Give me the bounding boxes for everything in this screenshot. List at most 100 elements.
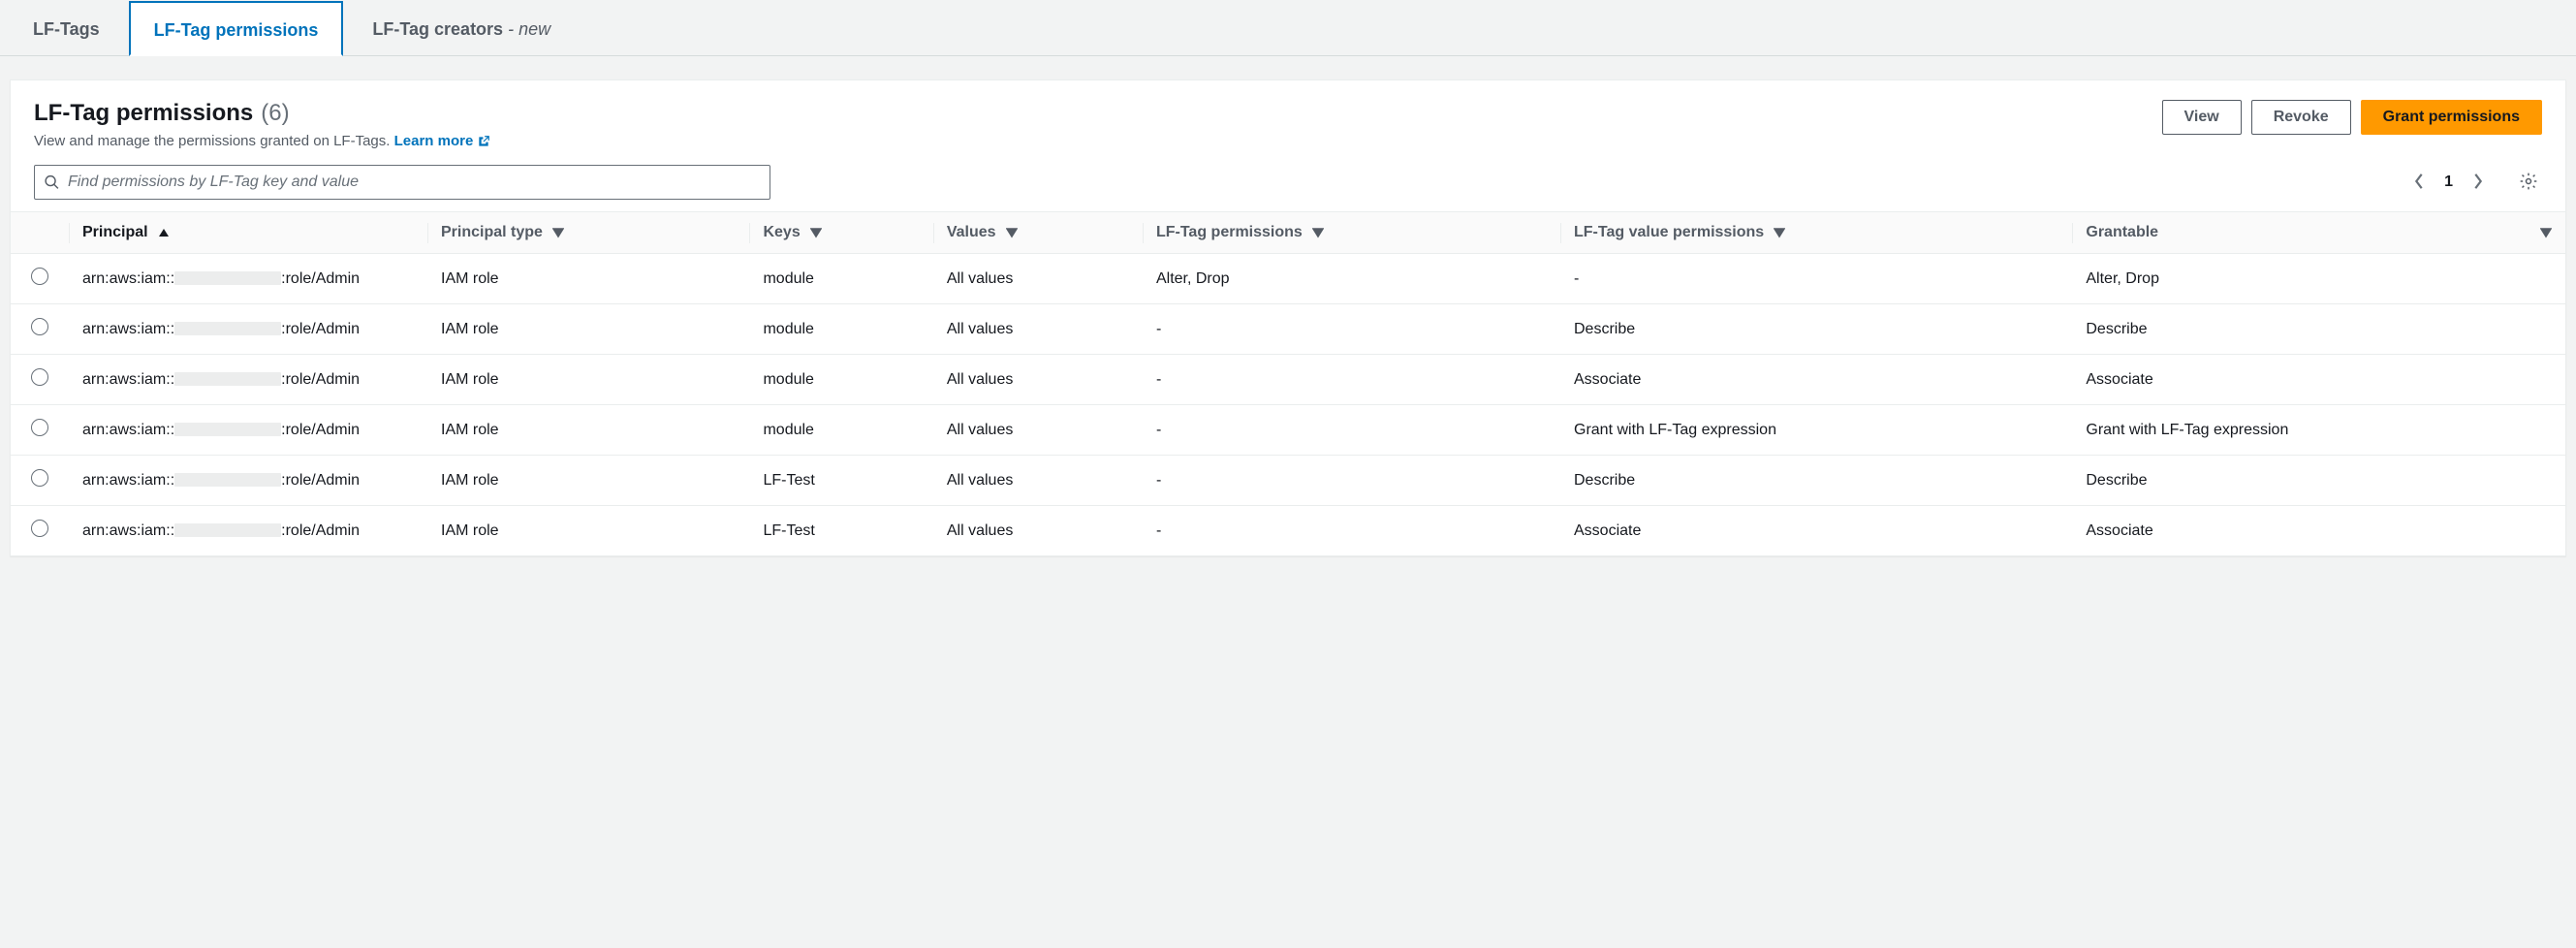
- external-link-icon: [477, 135, 490, 148]
- col-grantable-label: Grantable: [2086, 224, 2158, 241]
- settings-button[interactable]: [2515, 168, 2542, 198]
- principal-suffix: :role/Admin: [281, 422, 360, 438]
- col-lftag-permissions[interactable]: LF-Tag permissions: [1143, 212, 1560, 254]
- col-principal-type[interactable]: Principal type: [427, 212, 749, 254]
- row-radio[interactable]: [31, 419, 48, 436]
- cell-values: All values: [933, 405, 1143, 456]
- cell-lftag-value-permissions: Grant with LF-Tag expression: [1560, 405, 2072, 456]
- tab-lftags[interactable]: LF-Tags: [8, 0, 125, 55]
- cell-principal: arn:aws:iam:::role/Admin: [69, 456, 427, 506]
- col-lftag-value-permissions-label: LF-Tag value permissions: [1574, 224, 1764, 241]
- next-page-button[interactable]: [2468, 169, 2488, 197]
- table-row: arn:aws:iam:::role/AdminIAM rolemoduleAl…: [11, 405, 2565, 456]
- cell-keys: LF-Test: [749, 456, 932, 506]
- cell-lftag-value-permissions: Associate: [1560, 355, 2072, 405]
- cell-values: All values: [933, 304, 1143, 355]
- redacted-account-id: [174, 473, 281, 487]
- principal-prefix: arn:aws:iam::: [82, 522, 174, 539]
- cell-principal-type: IAM role: [427, 304, 749, 355]
- col-values[interactable]: Values: [933, 212, 1143, 254]
- tab-bar: LF-Tags LF-Tag permissions LF-Tag creato…: [0, 0, 2576, 56]
- row-radio[interactable]: [31, 368, 48, 386]
- table-row: arn:aws:iam:::role/AdminIAM rolemoduleAl…: [11, 355, 2565, 405]
- row-radio[interactable]: [31, 469, 48, 487]
- cell-lftag-permissions: -: [1143, 506, 1560, 556]
- learn-more-link[interactable]: Learn more: [394, 133, 491, 149]
- col-values-label: Values: [947, 224, 996, 241]
- revoke-button[interactable]: Revoke: [2251, 100, 2351, 135]
- cell-grantable: Alter, Drop: [2072, 254, 2565, 304]
- filter-icon: [1774, 227, 1785, 238]
- cell-values: All values: [933, 254, 1143, 304]
- col-lftag-value-permissions[interactable]: LF-Tag value permissions: [1560, 212, 2072, 254]
- search-wrap: [34, 165, 770, 200]
- cell-grantable: Associate: [2072, 355, 2565, 405]
- sort-asc-icon: [158, 227, 170, 238]
- cell-lftag-permissions: -: [1143, 405, 1560, 456]
- cell-values: All values: [933, 506, 1143, 556]
- panel-header: LF-Tag permissions (6) View and manage t…: [11, 80, 2565, 149]
- subtitle: View and manage the permissions granted …: [34, 133, 490, 149]
- view-button[interactable]: View: [2162, 100, 2242, 135]
- table-row: arn:aws:iam:::role/AdminIAM rolemoduleAl…: [11, 304, 2565, 355]
- row-radio[interactable]: [31, 268, 48, 285]
- principal-prefix: arn:aws:iam::: [82, 270, 174, 287]
- redacted-account-id: [174, 523, 281, 537]
- table-row: arn:aws:iam:::role/AdminIAM rolemoduleAl…: [11, 254, 2565, 304]
- row-radio[interactable]: [31, 318, 48, 335]
- filter-icon: [552, 227, 564, 238]
- principal-prefix: arn:aws:iam::: [82, 321, 174, 337]
- gear-icon: [2519, 172, 2538, 191]
- row-radio[interactable]: [31, 520, 48, 537]
- cell-values: All values: [933, 456, 1143, 506]
- filter-icon: [2540, 227, 2552, 238]
- table-row: arn:aws:iam:::role/AdminIAM roleLF-TestA…: [11, 456, 2565, 506]
- cell-principal-type: IAM role: [427, 355, 749, 405]
- cell-lftag-value-permissions: -: [1560, 254, 2072, 304]
- cell-keys: module: [749, 405, 932, 456]
- cell-principal: arn:aws:iam:::role/Admin: [69, 304, 427, 355]
- cell-principal-type: IAM role: [427, 506, 749, 556]
- redacted-account-id: [174, 322, 281, 335]
- cell-lftag-value-permissions: Describe: [1560, 456, 2072, 506]
- cell-keys: module: [749, 254, 932, 304]
- subtitle-text: View and manage the permissions granted …: [34, 133, 390, 149]
- redacted-account-id: [174, 372, 281, 386]
- cell-principal: arn:aws:iam:::role/Admin: [69, 254, 427, 304]
- panel: LF-Tag permissions (6) View and manage t…: [10, 79, 2566, 556]
- item-count: (6): [261, 100, 289, 127]
- principal-suffix: :role/Admin: [281, 270, 360, 287]
- permissions-table: Principal Principal type Keys: [11, 211, 2565, 555]
- filter-icon: [1006, 227, 1018, 238]
- principal-suffix: :role/Admin: [281, 522, 360, 539]
- principal-prefix: arn:aws:iam::: [82, 422, 174, 438]
- cell-lftag-value-permissions: Associate: [1560, 506, 2072, 556]
- cell-lftag-value-permissions: Describe: [1560, 304, 2072, 355]
- redacted-account-id: [174, 271, 281, 285]
- cell-grantable: Grant with LF-Tag expression: [2072, 405, 2565, 456]
- cell-principal: arn:aws:iam:::role/Admin: [69, 355, 427, 405]
- prev-page-button[interactable]: [2409, 169, 2429, 197]
- learn-more-label: Learn more: [394, 133, 474, 149]
- cell-grantable: Describe: [2072, 304, 2565, 355]
- cell-grantable: Describe: [2072, 456, 2565, 506]
- search-input[interactable]: [34, 165, 770, 200]
- col-keys[interactable]: Keys: [749, 212, 932, 254]
- col-principal[interactable]: Principal: [69, 212, 427, 254]
- tab-lftag-permissions[interactable]: LF-Tag permissions: [129, 1, 344, 56]
- table-row: arn:aws:iam:::role/AdminIAM roleLF-TestA…: [11, 506, 2565, 556]
- cell-keys: LF-Test: [749, 506, 932, 556]
- principal-suffix: :role/Admin: [281, 321, 360, 337]
- cell-principal: arn:aws:iam:::role/Admin: [69, 405, 427, 456]
- col-grantable[interactable]: Grantable: [2072, 212, 2565, 254]
- tab-lftag-creators[interactable]: LF-Tag creators - new: [347, 0, 576, 55]
- cell-grantable: Associate: [2072, 506, 2565, 556]
- principal-prefix: arn:aws:iam::: [82, 371, 174, 388]
- col-principal-label: Principal: [82, 224, 148, 241]
- filter-icon: [1312, 227, 1324, 238]
- cell-lftag-permissions: -: [1143, 304, 1560, 355]
- redacted-account-id: [174, 423, 281, 436]
- action-bar: View Revoke Grant permissions: [2162, 100, 2542, 135]
- grant-permissions-button[interactable]: Grant permissions: [2361, 100, 2542, 135]
- pager: 1: [2409, 168, 2542, 198]
